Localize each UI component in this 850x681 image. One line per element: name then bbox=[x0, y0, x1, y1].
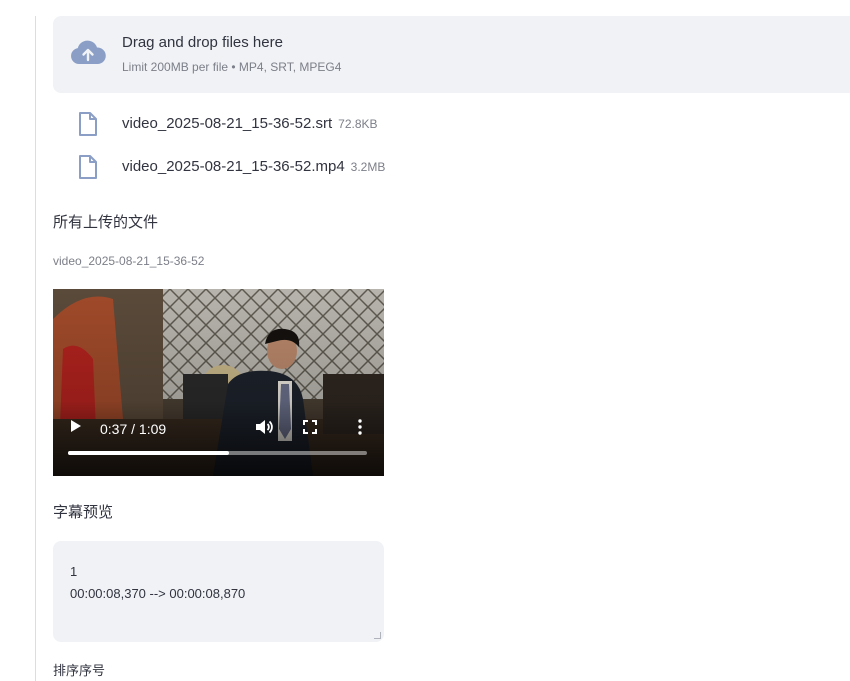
video-progress-bar[interactable] bbox=[68, 451, 367, 455]
video-player[interactable]: 0:37 / 1:09 bbox=[53, 289, 384, 476]
volume-icon[interactable] bbox=[255, 419, 273, 435]
dropzone-hint: Limit 200MB per file • MP4, SRT, MPEG4 bbox=[122, 60, 342, 74]
video-frame bbox=[53, 289, 384, 476]
cloud-upload-icon bbox=[71, 40, 106, 64]
file-size: 72.8KB bbox=[338, 117, 378, 131]
uploaded-files-heading: 所有上传的文件 bbox=[53, 214, 159, 231]
file-size: 3.2MB bbox=[350, 160, 386, 174]
uploaded-file-item: video_2025-08-21_15-36-52.mp4 3.2MB bbox=[53, 152, 653, 182]
sort-order-label: 排序序号 bbox=[53, 663, 106, 678]
file-icon bbox=[79, 155, 97, 179]
video-time: 0:37 / 1:09 bbox=[100, 421, 167, 437]
fullscreen-icon[interactable] bbox=[303, 420, 317, 434]
more-options-icon[interactable] bbox=[358, 419, 362, 435]
file-dropzone[interactable]: Drag and drop files here Limit 200MB per… bbox=[53, 16, 850, 93]
subtitle-preview-heading: 字幕预览 bbox=[53, 504, 114, 521]
file-name: video_2025-08-21_15-36-52.srt 72.8KB bbox=[122, 115, 378, 132]
video-caption: video_2025-08-21_15-36-52 bbox=[53, 254, 205, 268]
video-progress-fill bbox=[68, 451, 230, 455]
file-icon bbox=[79, 112, 97, 136]
sidebar-divider bbox=[35, 16, 36, 681]
play-icon[interactable] bbox=[71, 420, 81, 432]
subtitle-preview-textarea[interactable]: 1 00:00:08,370 --> 00:00:08,870 bbox=[53, 541, 384, 642]
srt-timing-line: 00:00:08,370 --> 00:00:08,870 bbox=[70, 586, 246, 601]
file-name: video_2025-08-21_15-36-52.mp4 3.2MB bbox=[122, 158, 386, 175]
resize-handle-icon[interactable] bbox=[374, 632, 381, 639]
uploaded-file-item: video_2025-08-21_15-36-52.srt 72.8KB bbox=[53, 109, 653, 139]
srt-index-line: 1 bbox=[70, 564, 78, 579]
dropzone-title: Drag and drop files here bbox=[122, 34, 283, 51]
